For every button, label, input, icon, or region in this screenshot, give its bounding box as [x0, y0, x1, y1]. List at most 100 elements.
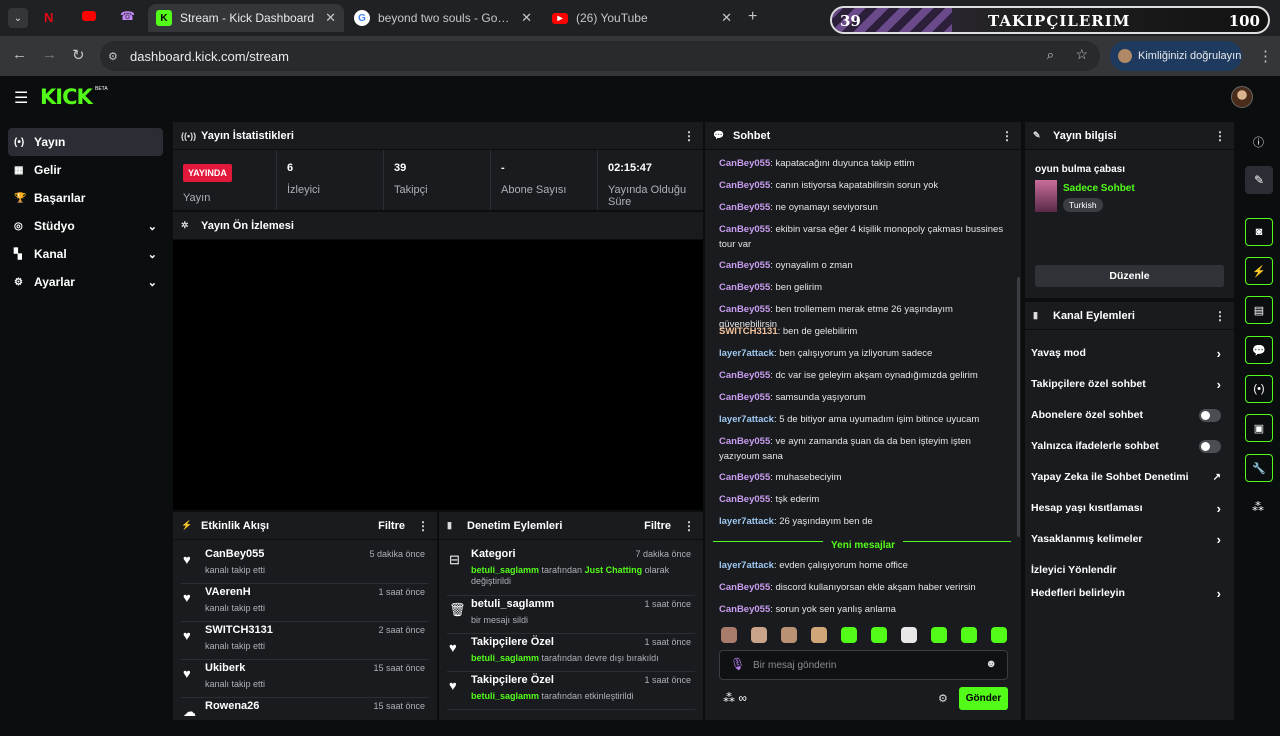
- emoji-icon[interactable]: ☻: [985, 658, 997, 670]
- chat-username[interactable]: layer7attack: [719, 348, 774, 359]
- verify-identity-button[interactable]: Kimliğinizi doğrulayın: [1110, 41, 1242, 71]
- more-options-icon[interactable]: ⋮: [683, 129, 695, 143]
- sidebar-item-studio[interactable]: ◎ Stüdyo ⌄: [8, 212, 163, 240]
- category-link[interactable]: Sadece Sohbet: [1063, 183, 1135, 194]
- sidebar-item-channel[interactable]: ▚ Kanal ⌄: [8, 240, 163, 268]
- tab-kick-dashboard[interactable]: K Stream - Kick Dashboard ✕: [148, 4, 344, 32]
- lightning-rail-icon[interactable]: ⚡: [1245, 257, 1273, 285]
- filter-button[interactable]: Filtre: [378, 520, 405, 532]
- emote-icon[interactable]: [811, 627, 827, 643]
- channel-action-row[interactable]: Yavaş mod ›: [1031, 338, 1227, 368]
- sidebar-item-achievements[interactable]: 🏆 Başarılar: [8, 184, 163, 212]
- tab-google[interactable]: G beyond two souls - Google'da Ara ✕: [352, 4, 540, 32]
- camera-rail-icon[interactable]: ◙: [1245, 218, 1273, 246]
- chat-username[interactable]: CanBey055: [719, 436, 770, 447]
- cloud-icon: ☁: [183, 704, 196, 719]
- chat-username[interactable]: CanBey055: [719, 282, 770, 293]
- chat-username[interactable]: CanBey055: [719, 370, 770, 381]
- hamburger-menu-icon[interactable]: ☰: [14, 88, 28, 108]
- chat-username[interactable]: CanBey055: [719, 202, 770, 213]
- chat-username[interactable]: layer7attack: [719, 516, 774, 527]
- sidebar-item-settings[interactable]: ⚙ Ayarlar ⌄: [8, 268, 163, 296]
- netflix-pinned-tab[interactable]: N: [44, 10, 53, 25]
- tab-search-icon[interactable]: ⌄: [8, 8, 28, 28]
- reload-icon[interactable]: ↻: [72, 46, 85, 64]
- microphone-icon[interactable]: 🎙: [730, 657, 745, 671]
- edit-rail-button[interactable]: ✎: [1245, 166, 1273, 194]
- kick-logo[interactable]: KICK: [40, 85, 93, 109]
- chat-username[interactable]: CanBey055: [719, 494, 770, 505]
- chat-username[interactable]: CanBey055: [719, 604, 770, 615]
- bookmark-star-icon[interactable]: ☆: [1075, 46, 1088, 63]
- toggle-switch[interactable]: [1199, 408, 1221, 422]
- emote-icon[interactable]: [751, 627, 767, 643]
- address-bar[interactable]: ⚙ dashboard.kick.com/stream ⌕ ☆: [100, 41, 1100, 71]
- new-tab-icon[interactable]: +: [748, 8, 757, 26]
- emote-icon[interactable]: [901, 627, 917, 643]
- back-icon[interactable]: ←: [12, 46, 27, 63]
- chat-username[interactable]: CanBey055: [719, 582, 770, 593]
- channel-action-row[interactable]: Hesap yaşı kısıtlaması ›: [1031, 493, 1227, 523]
- chat-input[interactable]: 🎙 Bir mesaj gönderin ☻: [719, 650, 1008, 680]
- emote-icon[interactable]: [721, 627, 737, 643]
- more-rail-icon[interactable]: ⁂: [1252, 500, 1264, 514]
- emote-icon[interactable]: [781, 627, 797, 643]
- toggle-switch[interactable]: [1199, 439, 1221, 453]
- layout-rail-icon[interactable]: ▣: [1245, 414, 1273, 442]
- close-tab-icon[interactable]: ✕: [521, 10, 532, 26]
- user-avatar[interactable]: [1231, 86, 1253, 108]
- broadcast-rail-icon[interactable]: (•): [1245, 375, 1273, 403]
- video-preview[interactable]: [173, 240, 703, 510]
- chat-message: CanBey055: ekibin varsa eğer 4 kişilik m…: [719, 224, 1004, 250]
- chat-message: CanBey055: ne oynamayı seviyorsun: [719, 202, 878, 213]
- channel-action-row[interactable]: Abonelere özel sohbet: [1031, 400, 1227, 430]
- more-options-icon[interactable]: ⋮: [683, 519, 695, 533]
- chat-username[interactable]: layer7attack: [719, 560, 774, 571]
- forward-icon[interactable]: →: [42, 46, 57, 63]
- send-button[interactable]: Gönder: [959, 687, 1008, 710]
- channel-action-row[interactable]: Hedefleri belirleyin ›: [1031, 578, 1227, 608]
- channel-action-row[interactable]: Yasaklanmış kelimeler ›: [1031, 524, 1227, 554]
- chat-username[interactable]: layer7attack: [719, 414, 774, 425]
- chat-scrollbar[interactable]: [1017, 277, 1020, 537]
- chat-username[interactable]: CanBey055: [719, 304, 770, 315]
- edit-button[interactable]: Düzenle: [1035, 265, 1224, 287]
- emote-icon[interactable]: [961, 627, 977, 643]
- browser-menu-icon[interactable]: ⋮: [1258, 47, 1273, 65]
- chat-username[interactable]: CanBey055: [719, 472, 770, 483]
- close-tab-icon[interactable]: ✕: [721, 10, 732, 26]
- emote-icon[interactable]: [991, 627, 1007, 643]
- chat-rail-icon[interactable]: 💬: [1245, 336, 1273, 364]
- youtube-pinned-tab[interactable]: [82, 11, 96, 21]
- info-icon[interactable]: ⓘ: [1253, 134, 1264, 150]
- channel-action-row[interactable]: Takipçilere özel sohbet ›: [1031, 369, 1227, 399]
- more-options-icon[interactable]: ⋮: [1214, 309, 1226, 323]
- points-icon[interactable]: ⁂ ∞: [723, 691, 747, 705]
- zoom-search-icon[interactable]: ⌕: [1047, 47, 1054, 63]
- sidebar-item-revenue[interactable]: ▦ Gelir: [8, 156, 163, 184]
- channel-action-row[interactable]: Yapay Zeka ile Sohbet Denetimi ↗: [1031, 462, 1227, 492]
- emote-icon[interactable]: [841, 627, 857, 643]
- emote-icon[interactable]: [871, 627, 887, 643]
- chat-message: layer7attack: 5 de bitiyor ama uyumadım …: [719, 414, 980, 425]
- tab-youtube[interactable]: ▸ (26) YouTube ✕: [550, 4, 740, 32]
- chat-username[interactable]: CanBey055: [719, 260, 770, 271]
- wrench-rail-icon[interactable]: 🔧: [1245, 454, 1273, 482]
- chat-username[interactable]: CanBey055: [719, 158, 770, 169]
- chat-username[interactable]: CanBey055: [719, 392, 770, 403]
- close-tab-icon[interactable]: ✕: [325, 10, 336, 26]
- document-rail-icon[interactable]: ▤: [1245, 296, 1273, 324]
- site-info-icon[interactable]: ⚙: [108, 50, 130, 63]
- more-options-icon[interactable]: ⋮: [1214, 129, 1226, 143]
- filter-button[interactable]: Filtre: [644, 520, 671, 532]
- more-options-icon[interactable]: ⋮: [417, 519, 429, 533]
- emote-icon[interactable]: [931, 627, 947, 643]
- more-options-icon[interactable]: ⋮: [1001, 129, 1013, 143]
- chat-username[interactable]: SWITCH3131: [719, 326, 778, 337]
- sidebar-item-stream[interactable]: (•) Yayın: [8, 128, 163, 156]
- chat-settings-icon[interactable]: ⚙: [938, 692, 948, 705]
- chat-username[interactable]: CanBey055: [719, 180, 770, 191]
- channel-action-row[interactable]: Yalnızca ifadelerle sohbet: [1031, 431, 1227, 461]
- chat-username[interactable]: CanBey055: [719, 224, 770, 235]
- app-pinned-tab[interactable]: ☎: [120, 9, 135, 23]
